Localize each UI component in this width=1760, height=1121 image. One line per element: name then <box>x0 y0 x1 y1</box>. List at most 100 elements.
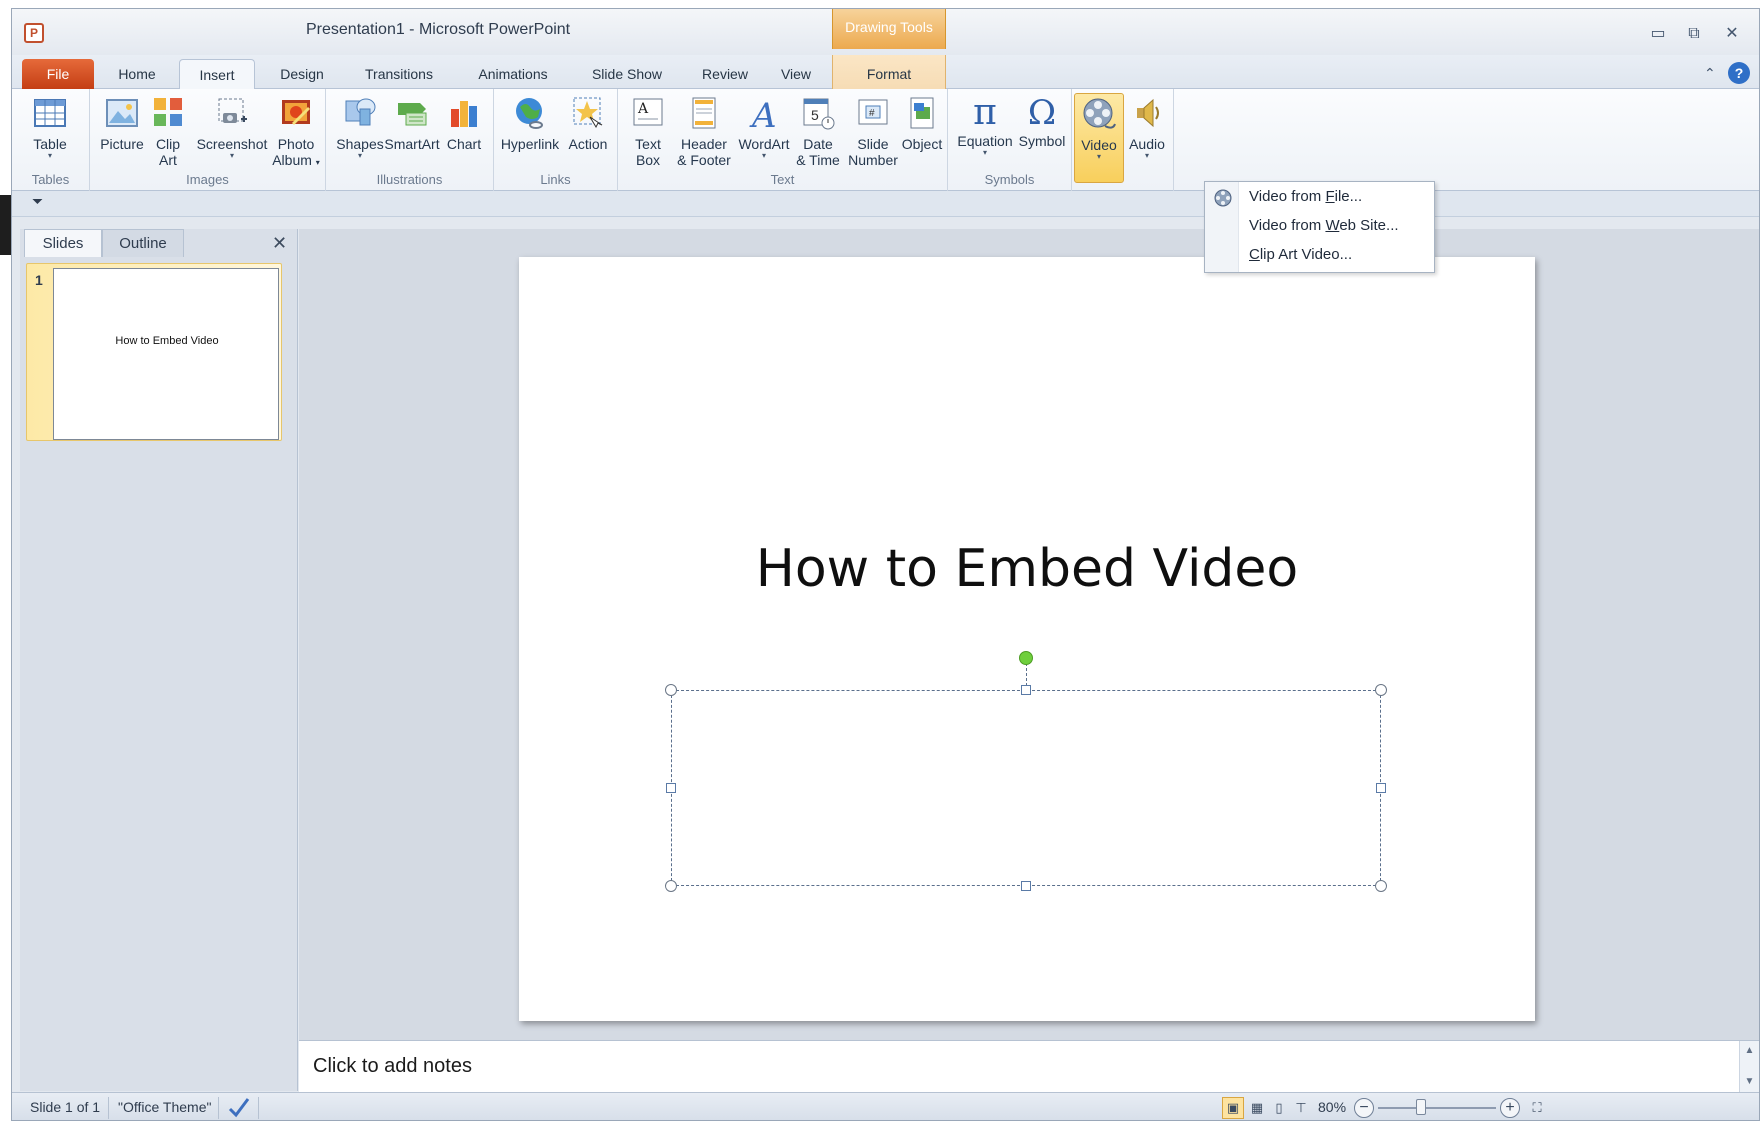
tab-animations[interactable]: Animations <box>460 59 566 89</box>
slide-sorter-view-icon[interactable]: ▦ <box>1246 1097 1268 1119</box>
zoom-level[interactable]: 80% <box>1318 1099 1346 1115</box>
resize-handle-bottom-left[interactable] <box>665 880 677 892</box>
menu-item-video-from-web-site[interactable]: Video from Web Site... <box>1249 217 1399 234</box>
group-label-images: Images <box>186 172 229 187</box>
resize-handle-left[interactable] <box>666 783 676 793</box>
wordart-icon: A <box>749 96 777 136</box>
close-panel-icon[interactable]: ✕ <box>272 233 287 254</box>
normal-view-icon[interactable]: ▣ <box>1222 1097 1244 1119</box>
notes-pane[interactable]: Click to add notes ▲ ▼ <box>299 1040 1759 1093</box>
tab-view[interactable]: View <box>766 59 826 89</box>
text-box-label-1: Text <box>635 136 661 152</box>
hyperlink-button[interactable]: Hyperlink <box>498 95 562 171</box>
header-footer-label-1: Header <box>681 136 727 152</box>
slide-thumbnail-selected[interactable]: 1 How to Embed Video <box>26 263 282 441</box>
close-window-button[interactable]: ✕ <box>1714 23 1750 47</box>
notes-placeholder[interactable]: Click to add notes <box>313 1055 472 1078</box>
symbol-label: Symbol <box>1018 133 1066 149</box>
audio-label: Audio <box>1129 136 1165 152</box>
photo-album-button[interactable]: Photo Album ▾ <box>266 95 326 171</box>
tab-insert[interactable]: Insert <box>179 59 255 90</box>
table-label: Table <box>33 136 67 152</box>
svg-text:5: 5 <box>811 107 819 123</box>
notes-scrollbar[interactable]: ▲ ▼ <box>1739 1041 1759 1093</box>
minimize-button[interactable]: ▭ <box>1640 23 1676 47</box>
table-button[interactable]: Table ▾ <box>20 95 80 171</box>
zoom-slider-thumb[interactable] <box>1416 1099 1426 1115</box>
drawing-tools-contextual-header: Drawing Tools <box>832 9 946 49</box>
restore-button[interactable]: ⧉ <box>1676 23 1712 47</box>
scroll-down-icon[interactable]: ▼ <box>1740 1076 1759 1087</box>
wordart-label: WordArt <box>738 136 790 152</box>
tab-outline[interactable]: Outline <box>102 229 184 257</box>
shapes-button[interactable]: Shapes ▾ <box>330 95 390 171</box>
action-button[interactable]: Action <box>558 95 618 171</box>
fit-to-window-icon[interactable]: ⛶ <box>1526 1097 1548 1119</box>
header-footer-button[interactable]: Header & Footer <box>670 95 738 171</box>
slide-thumbnail[interactable]: How to Embed Video <box>53 268 279 440</box>
date-time-label-1: Date <box>803 136 833 152</box>
rotation-handle[interactable] <box>1019 651 1033 665</box>
content-placeholder-selected[interactable] <box>671 690 1381 886</box>
screenshot-button[interactable]: Screenshot ▾ <box>194 95 270 171</box>
resize-handle-bottom[interactable] <box>1021 881 1031 891</box>
symbol-button[interactable]: Ω Symbol <box>1012 95 1072 171</box>
ribbon-tab-row: File Home Insert Design Transitions Anim… <box>12 55 1759 90</box>
equation-button[interactable]: π Equation ▾ <box>952 95 1018 171</box>
tab-review[interactable]: Review <box>688 59 762 89</box>
quick-access-row: ⏷ <box>12 191 1759 217</box>
customize-quick-access-icon[interactable]: ⏷ <box>32 193 43 210</box>
scroll-up-icon[interactable]: ▲ <box>1740 1045 1759 1056</box>
slide-title[interactable]: How to Embed Video <box>519 539 1535 599</box>
zoom-slider-track[interactable] <box>1378 1107 1496 1109</box>
svg-text:#: # <box>869 108 875 119</box>
status-bar: Slide 1 of 1 "Office Theme" ▣ ▦ ▯ ⊤ 80% … <box>12 1092 1759 1120</box>
date-time-icon: 5 <box>803 98 835 130</box>
object-icon <box>910 97 934 129</box>
spell-check-icon[interactable] <box>226 1095 252 1119</box>
slide-canvas[interactable]: How to Embed Video <box>519 257 1535 1021</box>
chart-label: Chart <box>446 136 482 152</box>
resize-handle-top-left[interactable] <box>665 684 677 696</box>
svg-text:A: A <box>749 96 777 131</box>
speaker-icon <box>1137 98 1159 128</box>
chevron-down-icon: ▾ <box>47 151 52 160</box>
object-button[interactable]: Object <box>892 95 952 171</box>
tab-transitions[interactable]: Transitions <box>348 59 450 89</box>
clip-art-button[interactable]: Clip Art <box>142 95 194 171</box>
audio-button[interactable]: Audio ▾ <box>1122 95 1172 171</box>
tab-design[interactable]: Design <box>262 59 342 89</box>
date-time-button[interactable]: 5 Date & Time <box>788 95 848 171</box>
zoom-out-button[interactable]: − <box>1354 1098 1374 1118</box>
title-bar: P Presentation1 - Microsoft PowerPoint D… <box>12 9 1759 55</box>
tab-slides[interactable]: Slides <box>24 229 102 257</box>
tab-format[interactable]: Format <box>832 55 946 89</box>
resize-handle-right[interactable] <box>1376 783 1386 793</box>
tab-home[interactable]: Home <box>102 59 172 89</box>
help-icon[interactable]: ? <box>1728 62 1750 84</box>
theme-status[interactable]: "Office Theme" <box>118 1099 211 1115</box>
photo-album-label-2: Album ▾ <box>272 152 320 168</box>
screenshot-label: Screenshot <box>196 136 268 152</box>
tab-slide-show[interactable]: Slide Show <box>574 59 680 89</box>
smartart-button[interactable]: SmartArt <box>382 95 442 171</box>
menu-item-clip-art-video[interactable]: Clip Art Video... <box>1249 246 1352 263</box>
resize-handle-top-right[interactable] <box>1375 684 1387 696</box>
minimize-ribbon-icon[interactable]: ⌃ <box>1704 65 1716 82</box>
resize-handle-top[interactable] <box>1021 685 1031 695</box>
wordart-button[interactable]: A WordArt ▾ <box>732 95 796 171</box>
group-text: A Text Box Header & Footer A WordArt ▾ 5… <box>618 89 948 191</box>
menu-item-video-from-file[interactable]: Video from File... <box>1249 188 1362 205</box>
chevron-down-icon: ▾ <box>229 151 234 160</box>
zoom-in-button[interactable]: + <box>1500 1098 1520 1118</box>
reading-view-icon[interactable]: ▯ <box>1268 1097 1290 1119</box>
powerpoint-app-icon[interactable]: P <box>24 23 44 43</box>
chevron-down-icon: ▾ <box>982 148 987 157</box>
tab-file[interactable]: File <box>22 59 94 89</box>
slide-show-view-icon[interactable]: ⊤ <box>1290 1097 1312 1119</box>
slide-editing-area: How to Embed Video <box>299 229 1759 1040</box>
video-button[interactable]: Video ▾ <box>1074 93 1124 183</box>
chart-button[interactable]: Chart <box>434 95 494 171</box>
resize-handle-bottom-right[interactable] <box>1375 880 1387 892</box>
text-box-button[interactable]: A Text Box <box>618 95 678 171</box>
